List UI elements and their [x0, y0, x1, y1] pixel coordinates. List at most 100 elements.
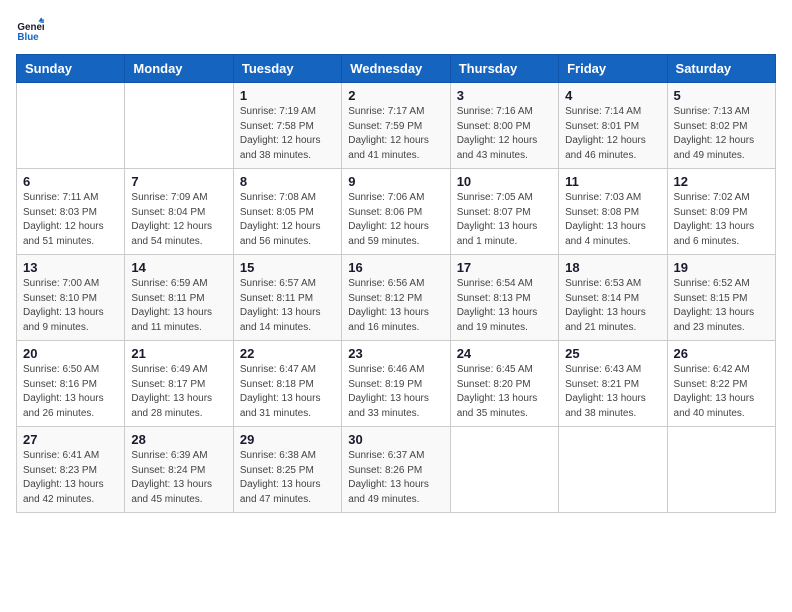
calendar-day-cell: 18 Sunrise: 6:53 AMSunset: 8:14 PMDaylig…: [559, 255, 667, 341]
calendar-day-cell: 27 Sunrise: 6:41 AMSunset: 8:23 PMDaylig…: [17, 427, 125, 513]
calendar-day-cell: 3 Sunrise: 7:16 AMSunset: 8:00 PMDayligh…: [450, 83, 558, 169]
calendar-day-cell: 23 Sunrise: 6:46 AMSunset: 8:19 PMDaylig…: [342, 341, 450, 427]
day-info: Sunrise: 6:54 AMSunset: 8:13 PMDaylight:…: [457, 278, 538, 333]
day-info: Sunrise: 6:42 AMSunset: 8:22 PMDaylight:…: [674, 364, 755, 419]
weekday-header-row: SundayMondayTuesdayWednesdayThursdayFrid…: [17, 55, 776, 83]
weekday-header-cell: Monday: [125, 55, 233, 83]
weekday-header-cell: Thursday: [450, 55, 558, 83]
day-info: Sunrise: 6:56 AMSunset: 8:12 PMDaylight:…: [348, 278, 429, 333]
day-info: Sunrise: 7:17 AMSunset: 7:59 PMDaylight:…: [348, 106, 429, 161]
day-number: 10: [457, 174, 552, 189]
day-number: 21: [131, 346, 226, 361]
weekday-header-cell: Tuesday: [233, 55, 341, 83]
day-number: 5: [674, 88, 769, 103]
day-info: Sunrise: 6:53 AMSunset: 8:14 PMDaylight:…: [565, 278, 646, 333]
day-number: 1: [240, 88, 335, 103]
calendar-body: 1 Sunrise: 7:19 AMSunset: 7:58 PMDayligh…: [17, 83, 776, 513]
calendar-day-cell: 1 Sunrise: 7:19 AMSunset: 7:58 PMDayligh…: [233, 83, 341, 169]
calendar-day-cell: 28 Sunrise: 6:39 AMSunset: 8:24 PMDaylig…: [125, 427, 233, 513]
day-info: Sunrise: 7:00 AMSunset: 8:10 PMDaylight:…: [23, 278, 104, 333]
day-info: Sunrise: 7:02 AMSunset: 8:09 PMDaylight:…: [674, 192, 755, 247]
day-info: Sunrise: 6:37 AMSunset: 8:26 PMDaylight:…: [348, 450, 429, 505]
day-info: Sunrise: 6:43 AMSunset: 8:21 PMDaylight:…: [565, 364, 646, 419]
calendar-day-cell: 11 Sunrise: 7:03 AMSunset: 8:08 PMDaylig…: [559, 169, 667, 255]
day-number: 12: [674, 174, 769, 189]
day-number: 13: [23, 260, 118, 275]
day-info: Sunrise: 7:09 AMSunset: 8:04 PMDaylight:…: [131, 192, 212, 247]
day-number: 7: [131, 174, 226, 189]
day-number: 23: [348, 346, 443, 361]
calendar-day-cell: 26 Sunrise: 6:42 AMSunset: 8:22 PMDaylig…: [667, 341, 775, 427]
day-info: Sunrise: 7:19 AMSunset: 7:58 PMDaylight:…: [240, 106, 321, 161]
day-info: Sunrise: 7:06 AMSunset: 8:06 PMDaylight:…: [348, 192, 429, 247]
day-number: 30: [348, 432, 443, 447]
day-info: Sunrise: 6:47 AMSunset: 8:18 PMDaylight:…: [240, 364, 321, 419]
day-number: 24: [457, 346, 552, 361]
calendar-day-cell: 29 Sunrise: 6:38 AMSunset: 8:25 PMDaylig…: [233, 427, 341, 513]
calendar-day-cell: [559, 427, 667, 513]
day-info: Sunrise: 7:11 AMSunset: 8:03 PMDaylight:…: [23, 192, 104, 247]
calendar-day-cell: 4 Sunrise: 7:14 AMSunset: 8:01 PMDayligh…: [559, 83, 667, 169]
calendar-day-cell: [450, 427, 558, 513]
day-info: Sunrise: 7:08 AMSunset: 8:05 PMDaylight:…: [240, 192, 321, 247]
weekday-header-cell: Friday: [559, 55, 667, 83]
weekday-header-cell: Sunday: [17, 55, 125, 83]
logo-icon: General Blue: [16, 16, 44, 44]
day-number: 8: [240, 174, 335, 189]
svg-text:Blue: Blue: [17, 32, 39, 43]
weekday-header-cell: Saturday: [667, 55, 775, 83]
calendar-day-cell: 5 Sunrise: 7:13 AMSunset: 8:02 PMDayligh…: [667, 83, 775, 169]
calendar-day-cell: 13 Sunrise: 7:00 AMSunset: 8:10 PMDaylig…: [17, 255, 125, 341]
day-number: 17: [457, 260, 552, 275]
calendar-day-cell: 8 Sunrise: 7:08 AMSunset: 8:05 PMDayligh…: [233, 169, 341, 255]
day-info: Sunrise: 7:05 AMSunset: 8:07 PMDaylight:…: [457, 192, 538, 247]
calendar-day-cell: [125, 83, 233, 169]
calendar-day-cell: [17, 83, 125, 169]
calendar-day-cell: 6 Sunrise: 7:11 AMSunset: 8:03 PMDayligh…: [17, 169, 125, 255]
day-number: 3: [457, 88, 552, 103]
day-number: 26: [674, 346, 769, 361]
calendar-day-cell: 14 Sunrise: 6:59 AMSunset: 8:11 PMDaylig…: [125, 255, 233, 341]
day-number: 2: [348, 88, 443, 103]
calendar-day-cell: 16 Sunrise: 6:56 AMSunset: 8:12 PMDaylig…: [342, 255, 450, 341]
calendar-day-cell: [667, 427, 775, 513]
calendar-day-cell: 12 Sunrise: 7:02 AMSunset: 8:09 PMDaylig…: [667, 169, 775, 255]
calendar-day-cell: 25 Sunrise: 6:43 AMSunset: 8:21 PMDaylig…: [559, 341, 667, 427]
day-number: 27: [23, 432, 118, 447]
day-number: 11: [565, 174, 660, 189]
day-number: 16: [348, 260, 443, 275]
day-info: Sunrise: 6:41 AMSunset: 8:23 PMDaylight:…: [23, 450, 104, 505]
calendar-day-cell: 30 Sunrise: 6:37 AMSunset: 8:26 PMDaylig…: [342, 427, 450, 513]
calendar-week-row: 6 Sunrise: 7:11 AMSunset: 8:03 PMDayligh…: [17, 169, 776, 255]
day-info: Sunrise: 7:13 AMSunset: 8:02 PMDaylight:…: [674, 106, 755, 161]
weekday-header-cell: Wednesday: [342, 55, 450, 83]
calendar-day-cell: 15 Sunrise: 6:57 AMSunset: 8:11 PMDaylig…: [233, 255, 341, 341]
calendar-day-cell: 2 Sunrise: 7:17 AMSunset: 7:59 PMDayligh…: [342, 83, 450, 169]
calendar-day-cell: 22 Sunrise: 6:47 AMSunset: 8:18 PMDaylig…: [233, 341, 341, 427]
day-number: 15: [240, 260, 335, 275]
calendar-table: SundayMondayTuesdayWednesdayThursdayFrid…: [16, 54, 776, 513]
day-number: 9: [348, 174, 443, 189]
day-number: 6: [23, 174, 118, 189]
calendar-day-cell: 24 Sunrise: 6:45 AMSunset: 8:20 PMDaylig…: [450, 341, 558, 427]
day-number: 14: [131, 260, 226, 275]
day-info: Sunrise: 7:03 AMSunset: 8:08 PMDaylight:…: [565, 192, 646, 247]
day-number: 25: [565, 346, 660, 361]
day-info: Sunrise: 6:39 AMSunset: 8:24 PMDaylight:…: [131, 450, 212, 505]
calendar-week-row: 27 Sunrise: 6:41 AMSunset: 8:23 PMDaylig…: [17, 427, 776, 513]
day-info: Sunrise: 7:14 AMSunset: 8:01 PMDaylight:…: [565, 106, 646, 161]
day-number: 4: [565, 88, 660, 103]
day-info: Sunrise: 6:38 AMSunset: 8:25 PMDaylight:…: [240, 450, 321, 505]
day-number: 18: [565, 260, 660, 275]
calendar-day-cell: 19 Sunrise: 6:52 AMSunset: 8:15 PMDaylig…: [667, 255, 775, 341]
day-info: Sunrise: 6:57 AMSunset: 8:11 PMDaylight:…: [240, 278, 321, 333]
logo: General Blue: [16, 16, 48, 44]
calendar-week-row: 13 Sunrise: 7:00 AMSunset: 8:10 PMDaylig…: [17, 255, 776, 341]
day-info: Sunrise: 6:50 AMSunset: 8:16 PMDaylight:…: [23, 364, 104, 419]
calendar-week-row: 1 Sunrise: 7:19 AMSunset: 7:58 PMDayligh…: [17, 83, 776, 169]
day-info: Sunrise: 6:59 AMSunset: 8:11 PMDaylight:…: [131, 278, 212, 333]
day-info: Sunrise: 6:49 AMSunset: 8:17 PMDaylight:…: [131, 364, 212, 419]
day-number: 29: [240, 432, 335, 447]
page-header: General Blue: [16, 16, 776, 44]
day-number: 22: [240, 346, 335, 361]
